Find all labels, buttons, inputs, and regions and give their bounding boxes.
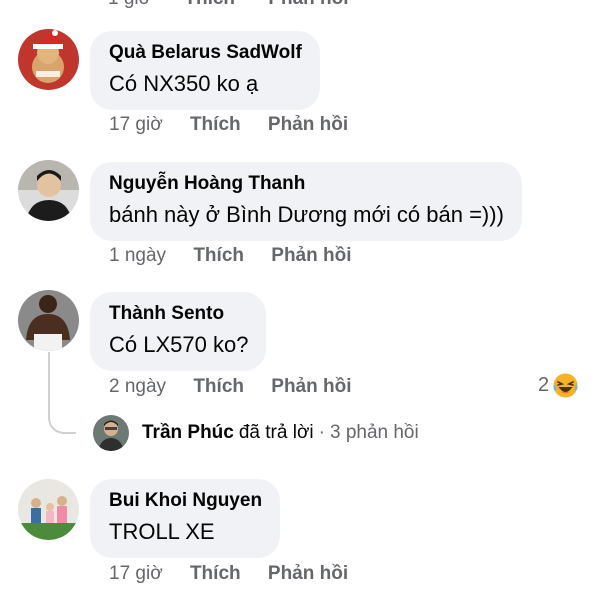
previous-comment-meta: 1 giờ Thích Phản hồi (108, 0, 377, 10)
like-button[interactable]: Thích (190, 563, 241, 585)
reply-summary-action: đã trả lời (238, 422, 314, 443)
comment-time[interactable]: 17 giờ (109, 563, 163, 585)
comment-text: bánh này ở Bình Dương mới có bán =))) (109, 202, 504, 227)
comment-author[interactable]: Quà Belarus SadWolf (109, 41, 302, 65)
thread-line (48, 352, 76, 434)
reply-button[interactable]: Phản hồi (271, 376, 351, 398)
reply-summary[interactable]: Trần Phúc đã trả lời · 3 phản hồi (93, 415, 419, 451)
comment-time[interactable]: 2 ngày (109, 376, 166, 398)
avatar[interactable] (93, 415, 129, 451)
previous-comment-time: 1 giờ (108, 0, 151, 9)
comment-bubble[interactable]: Thành Sento Có LX570 ko? (90, 292, 267, 371)
reply-count[interactable]: 3 phản hồi (330, 422, 419, 444)
reaction-count: 2 (538, 374, 550, 396)
avatar[interactable] (18, 29, 79, 90)
comment-meta: 17 giờ Thích Phản hồi (109, 114, 348, 136)
separator-dot: · (318, 422, 325, 443)
comment-bubble[interactable]: Bui Khoi Nguyen TROLL XE (90, 479, 281, 558)
avatar[interactable] (18, 479, 79, 540)
comment-author[interactable]: Nguyễn Hoàng Thanh (109, 172, 504, 196)
comment-author[interactable]: Bui Khoi Nguyen (109, 489, 262, 513)
previous-like-button[interactable]: Thích (184, 0, 235, 9)
like-button[interactable]: Thích (193, 245, 244, 267)
laughing-emoji-icon (553, 373, 578, 398)
comment-text: Có LX570 ko? (109, 332, 249, 357)
previous-reply-button[interactable]: Phản hồi (268, 0, 348, 9)
comment-bubble[interactable]: Nguyễn Hoàng Thanh bánh này ở Bình Dương… (90, 162, 522, 241)
reply-button[interactable]: Phản hồi (268, 563, 348, 585)
avatar[interactable] (18, 160, 79, 221)
comment-author[interactable]: Thành Sento (109, 302, 248, 326)
comment-bubble[interactable]: Quà Belarus SadWolf Có NX350 ko ạ (90, 31, 320, 110)
avatar[interactable] (18, 290, 79, 351)
reply-button[interactable]: Phản hồi (271, 245, 351, 267)
comment-meta: 1 ngày Thích Phản hồi (109, 245, 352, 267)
like-button[interactable]: Thích (190, 114, 241, 136)
reaction-summary[interactable]: 2 (538, 373, 578, 398)
like-button[interactable]: Thích (193, 376, 244, 398)
reply-button[interactable]: Phản hồi (268, 114, 348, 136)
comment-text: Có NX350 ko ạ (109, 71, 259, 96)
comment-meta: 2 ngày Thích Phản hồi (109, 376, 352, 398)
comment-time[interactable]: 1 ngày (109, 245, 166, 267)
comment-time[interactable]: 17 giờ (109, 114, 163, 136)
comment-meta: 17 giờ Thích Phản hồi (109, 563, 348, 585)
comment-text: TROLL XE (109, 519, 215, 544)
reply-summary-name[interactable]: Trần Phúc (142, 422, 234, 444)
